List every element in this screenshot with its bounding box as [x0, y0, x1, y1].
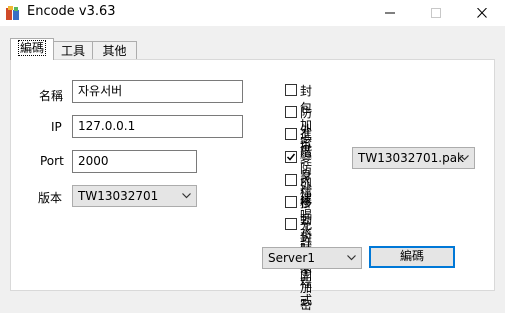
- port-label: Port: [40, 154, 64, 168]
- tab-encode[interactable]: 編碼: [10, 38, 54, 60]
- checkmark-icon: [286, 153, 296, 161]
- tab-tools[interactable]: 工具: [52, 41, 94, 60]
- checkbox-move-packet-unencrypted[interactable]: [285, 196, 297, 208]
- maximize-icon: [431, 8, 441, 18]
- chevron-down-icon: [460, 155, 469, 161]
- checkbox-allow-multi-open[interactable]: [285, 218, 297, 230]
- title-bar: Encode v3.63: [0, 0, 505, 26]
- checkbox-packet-encryption[interactable]: [285, 84, 297, 96]
- tab-tools-label: 工具: [60, 44, 85, 58]
- ip-input[interactable]: 127.0.0.1: [72, 115, 243, 138]
- version-select[interactable]: TW13032701: [72, 185, 197, 207]
- port-input[interactable]: 2000: [72, 150, 197, 173]
- version-select-value: TW13032701: [78, 189, 159, 203]
- minimize-button[interactable]: [367, 0, 413, 26]
- version-label: 版本: [38, 191, 63, 205]
- encode-button[interactable]: 編碼: [369, 246, 455, 268]
- checkbox-anti-hack[interactable]: [285, 106, 297, 118]
- minimize-icon: [385, 12, 395, 14]
- close-icon: [477, 8, 487, 18]
- morph-file-select[interactable]: TW13032701.pak: [352, 147, 475, 169]
- chevron-down-icon: [347, 255, 356, 261]
- server-select[interactable]: Server1: [262, 247, 362, 269]
- server-select-value: Server1: [268, 251, 315, 265]
- encode-button-label: 編碼: [399, 249, 424, 263]
- checkbox-advanced-anti-hack[interactable]: [285, 128, 297, 140]
- tab-encode-label: 編碼: [17, 40, 47, 56]
- maximize-button[interactable]: [413, 0, 459, 26]
- morph-file-select-value: TW13032701.pak: [358, 151, 465, 165]
- tab-other-label: 其他: [102, 44, 127, 58]
- close-button[interactable]: [459, 0, 505, 26]
- checkbox-morph-file[interactable]: [285, 151, 297, 163]
- chevron-down-icon: [182, 193, 191, 199]
- window-title: Encode v3.63: [27, 4, 116, 19]
- ip-label: IP: [51, 120, 62, 134]
- name-label: 名稱: [39, 89, 64, 103]
- checkbox-potion-helper[interactable]: [285, 174, 297, 186]
- name-input[interactable]: 자유서버: [72, 80, 243, 103]
- app-icon: [5, 5, 21, 21]
- tab-other[interactable]: 其他: [92, 41, 137, 60]
